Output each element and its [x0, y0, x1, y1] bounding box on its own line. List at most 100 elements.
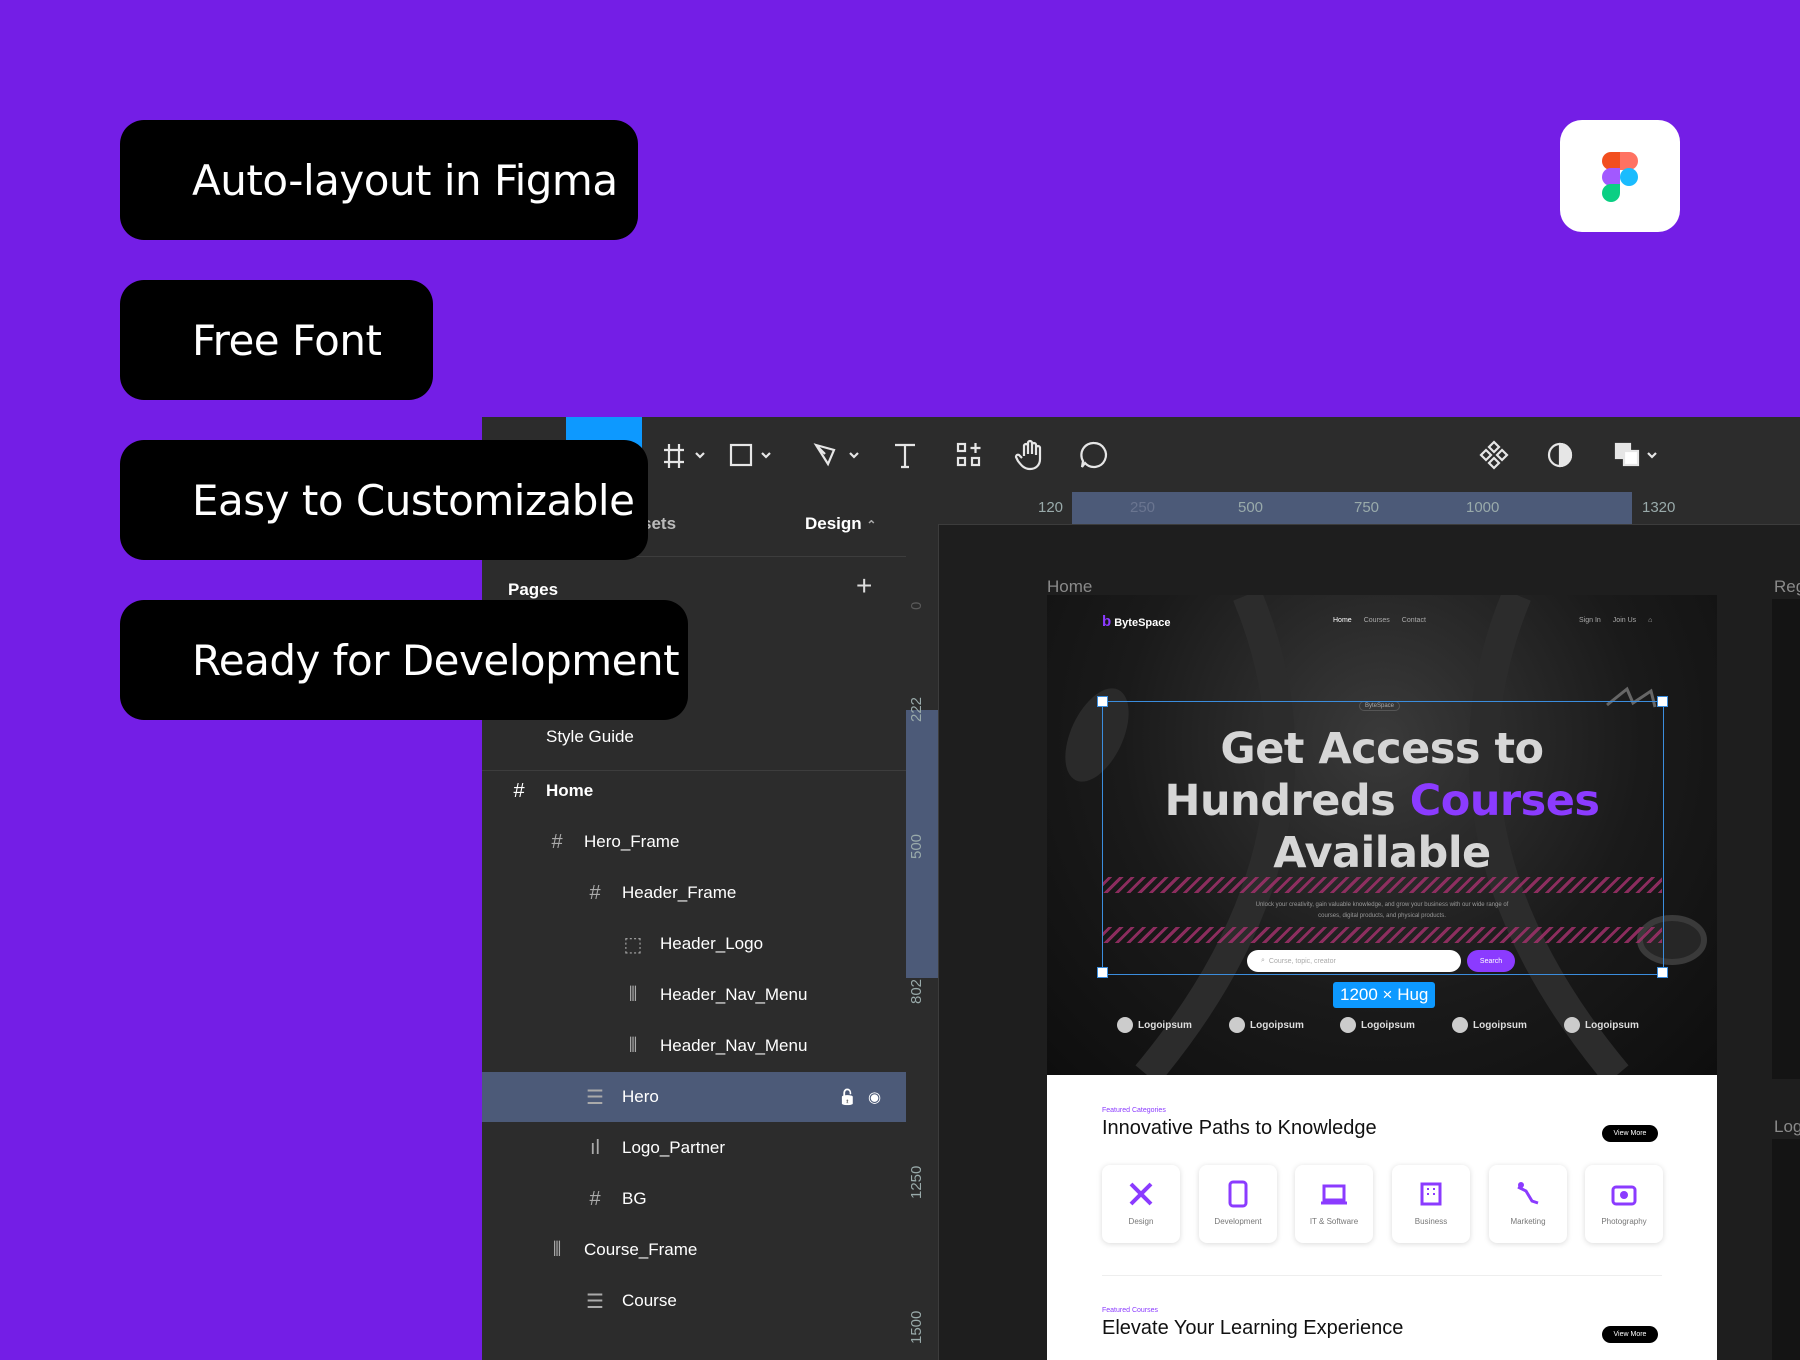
partner-logo: Logoipsum	[1117, 1017, 1192, 1033]
pen-icon[interactable]	[812, 437, 864, 473]
layer-item[interactable]: # Hero_Frame	[482, 817, 906, 867]
layer-label: Header_Nav_Menu	[660, 1036, 808, 1055]
comment-icon[interactable]	[1078, 437, 1110, 473]
frame-label[interactable]: Log	[1774, 1117, 1800, 1137]
nav-item: Courses	[1363, 617, 1390, 624]
frame-label[interactable]: Home	[1047, 577, 1092, 597]
overlap-icon[interactable]	[1612, 437, 1662, 473]
category-card[interactable]: IT & Software	[1295, 1165, 1373, 1243]
feature-pill-customizable: Easy to Customizable	[120, 440, 648, 560]
rectangle-icon[interactable]	[728, 437, 776, 473]
category-label: Business	[1414, 1217, 1448, 1226]
section-title: Innovative Paths to Knowledge	[1102, 1117, 1377, 1139]
layer-type-icon: ⦀	[628, 983, 638, 1006]
layer-type-icon: #	[551, 830, 563, 853]
category-label: Photography	[1601, 1217, 1647, 1226]
category-card[interactable]: Marketing	[1489, 1165, 1567, 1243]
ruler-label: 1500	[908, 1310, 925, 1344]
layer-item[interactable]: ☰ Hero 🔓 ◉	[482, 1072, 906, 1122]
site-logo: b ByteSpace	[1102, 613, 1171, 630]
frame-icon[interactable]	[662, 437, 710, 473]
nav-item: Contact	[1401, 617, 1426, 624]
ruler-label: 250	[1130, 499, 1156, 516]
ruler-label: 500	[1238, 499, 1264, 516]
layer-label: Home	[546, 781, 594, 800]
marketing-icon	[1517, 1182, 1539, 1205]
layer-item[interactable]: # Header_Frame	[482, 868, 906, 918]
ruler-label: 1250	[908, 1165, 925, 1199]
category-card[interactable]: Photography	[1585, 1165, 1663, 1243]
size-badge: 1200 × Hug	[1333, 982, 1436, 1008]
layer-item[interactable]: ⦀ Header_Nav_Menu	[482, 970, 906, 1020]
ruler-label: 120	[1038, 499, 1064, 516]
layer-label: Header_Nav_Menu	[660, 985, 808, 1004]
pill-label: Free Font	[192, 315, 382, 365]
layer-type-icon: #	[513, 779, 525, 802]
tab-design[interactable]: Design ⌃	[805, 514, 876, 534]
layer-item[interactable]: ⬚ Header_Logo	[482, 919, 906, 969]
divider	[1102, 1275, 1662, 1276]
category-card[interactable]: Development	[1199, 1165, 1277, 1243]
layer-item[interactable]: # Home	[482, 766, 906, 816]
category-label: Marketing	[1510, 1217, 1546, 1226]
category-label: Development	[1214, 1217, 1262, 1226]
layer-type-icon: ⦀	[552, 1238, 562, 1261]
partner-logo: Logoipsum	[1564, 1017, 1639, 1033]
ruler-label: 1320	[1642, 499, 1676, 516]
layer-item[interactable]: ıl Logo_Partner	[482, 1123, 906, 1173]
layer-type-icon: ⬚	[623, 933, 643, 956]
resize-handle[interactable]	[1657, 967, 1668, 978]
adjacent-frame[interactable]	[1772, 1139, 1800, 1360]
layer-label: Logo_Partner	[622, 1138, 726, 1157]
pages-heading: Pages	[508, 580, 559, 599]
resize-handle[interactable]	[1097, 696, 1108, 707]
pill-label: Ready for Development	[192, 635, 680, 685]
unlock-icon[interactable]: 🔓	[838, 1088, 857, 1106]
frame-label[interactable]: Reg	[1774, 577, 1800, 597]
view-more-button[interactable]: View More	[1602, 1125, 1658, 1142]
category-card[interactable]: Business	[1392, 1165, 1470, 1243]
design-icon	[1129, 1182, 1153, 1206]
add-page-button[interactable]: +	[856, 570, 872, 602]
ruler-top: 120 250 500 750 1000 1320	[906, 492, 1800, 525]
view-more-button[interactable]: View More	[1602, 1326, 1658, 1343]
layer-type-icon: #	[589, 881, 601, 904]
layer-item[interactable]: # BG	[482, 1174, 906, 1224]
categories-section[interactable]: Featured Categories Innovative Paths to …	[1047, 1075, 1717, 1360]
layer-item[interactable]: ⦀ Header_Nav_Menu	[482, 1021, 906, 1071]
layer-item[interactable]: ⦀ Course_Frame	[482, 1225, 906, 1275]
cart-icon: ⌂	[1648, 617, 1653, 624]
figma-logo-tile	[1560, 120, 1680, 232]
pill-label: Auto-layout in Figma	[192, 155, 618, 205]
partner-logo: Logoipsum	[1229, 1017, 1304, 1033]
layer-type-icon: ⦀	[628, 1034, 638, 1057]
layer-label: Hero	[622, 1087, 659, 1106]
resize-handle[interactable]	[1097, 967, 1108, 978]
layer-item[interactable]: ☰ Course	[482, 1276, 906, 1326]
ruler-label: 500	[908, 833, 925, 859]
components-icon[interactable]	[954, 437, 984, 473]
text-icon[interactable]	[890, 437, 920, 473]
selection-box[interactable]	[1102, 701, 1664, 975]
auth-link: Join Us	[1612, 617, 1637, 624]
ruler-left: 0 222 500 802 1250 1500	[906, 524, 939, 1360]
partner-name: Logoipsum	[1473, 1019, 1527, 1031]
partner-name: Logoipsum	[1250, 1019, 1304, 1031]
eye-icon[interactable]: ◉	[868, 1088, 881, 1106]
resize-handle[interactable]	[1657, 696, 1668, 707]
category-label: Design	[1128, 1217, 1154, 1226]
toolbar	[482, 417, 1800, 492]
partner-name: Logoipsum	[1138, 1019, 1192, 1031]
ruler-label: 0	[908, 601, 925, 610]
page-item-style-guide[interactable]: Style Guide	[546, 727, 634, 747]
layer-label: Header_Logo	[660, 934, 764, 953]
contrast-icon[interactable]	[1544, 437, 1576, 473]
component-set-icon[interactable]	[1478, 437, 1510, 473]
layer-label: Hero_Frame	[584, 832, 680, 851]
category-card[interactable]: Design	[1102, 1165, 1180, 1243]
feature-pill-autolayout: Auto-layout in Figma	[120, 120, 638, 240]
section-title: Elevate Your Learning Experience	[1102, 1317, 1404, 1339]
camera-icon	[1611, 1185, 1637, 1206]
adjacent-frame[interactable]	[1772, 599, 1800, 1079]
hand-icon[interactable]	[1014, 437, 1048, 473]
